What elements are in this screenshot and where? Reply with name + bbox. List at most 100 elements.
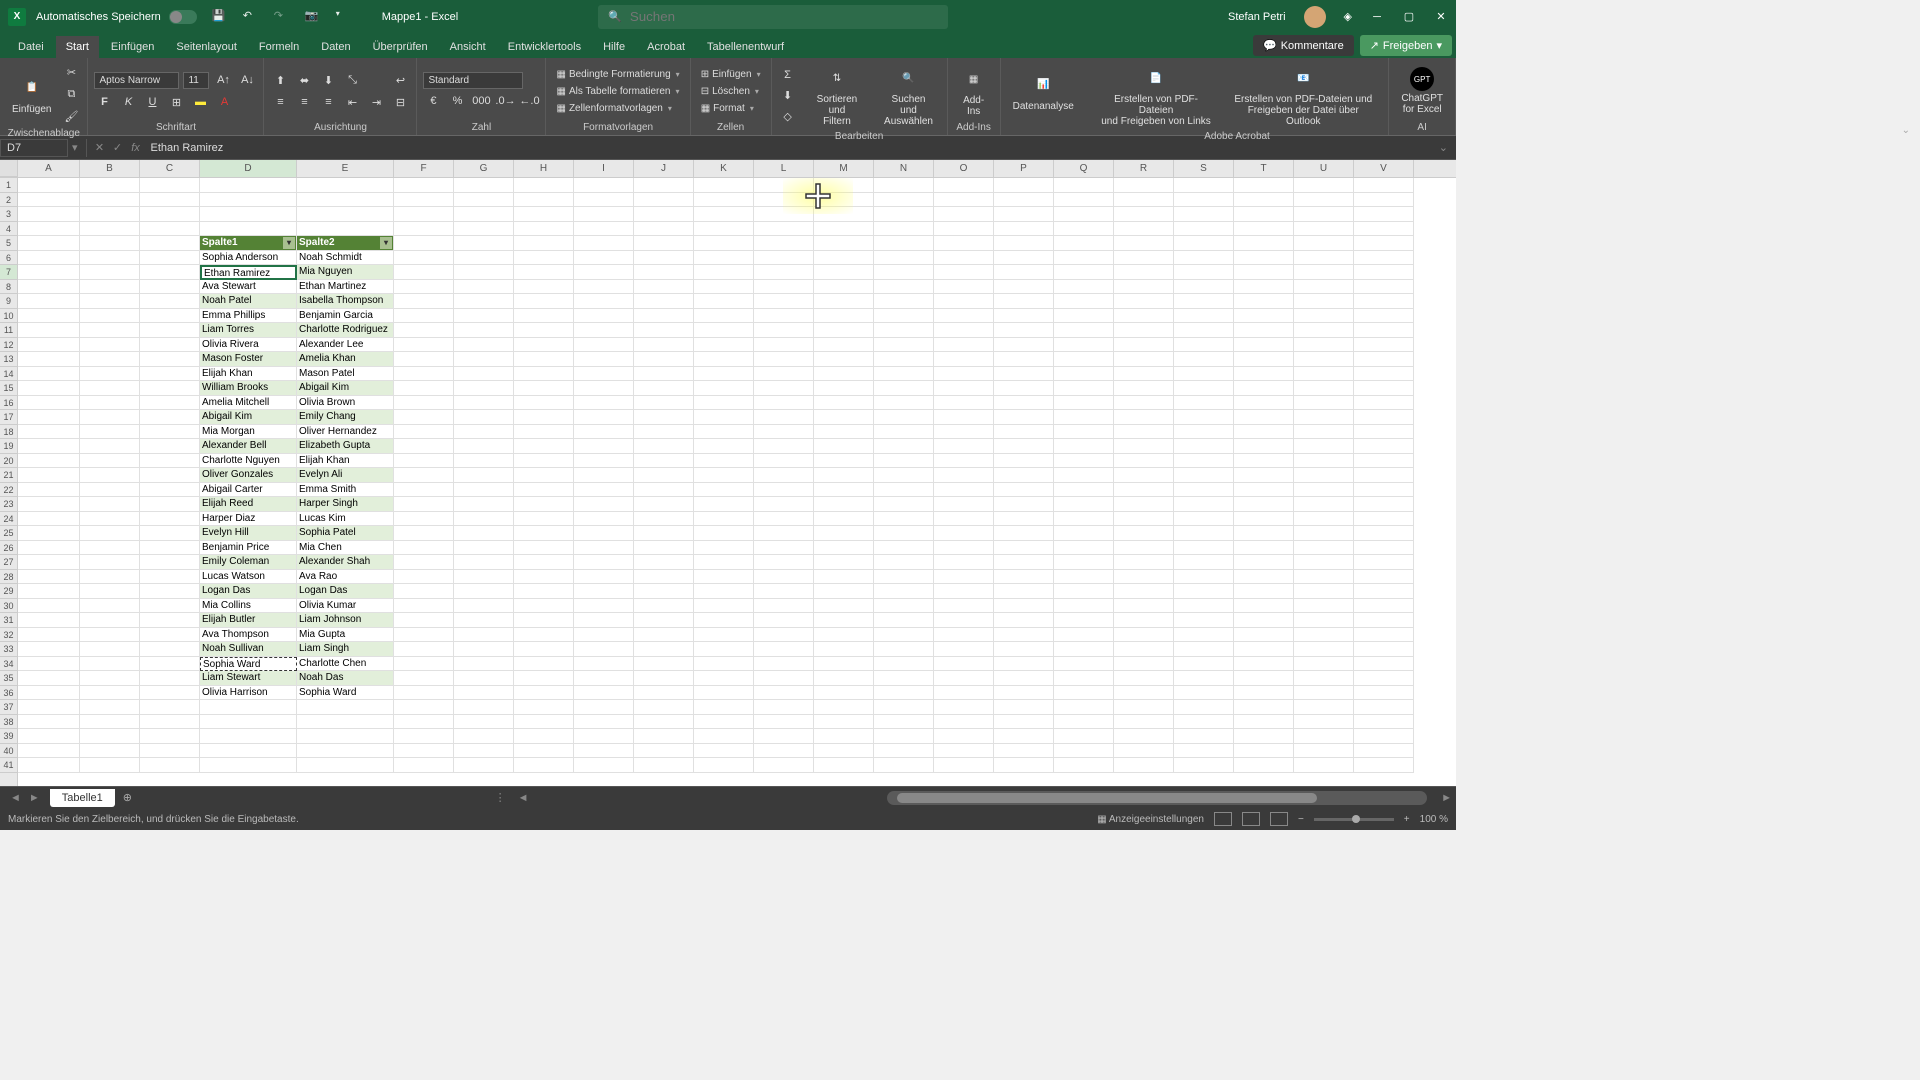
cell-J33[interactable]	[634, 642, 694, 657]
cell-Q28[interactable]	[1054, 570, 1114, 585]
cell-O23[interactable]	[934, 497, 994, 512]
cell-L9[interactable]	[754, 294, 814, 309]
cell-O11[interactable]	[934, 323, 994, 338]
cell-K24[interactable]	[694, 512, 754, 527]
cell-D1[interactable]	[200, 178, 297, 193]
row-header-21[interactable]: 21	[0, 468, 17, 483]
cell-S23[interactable]	[1174, 497, 1234, 512]
cell-styles-button[interactable]: ▦Zellenformatvorlagen▾	[552, 101, 683, 116]
cell-N27[interactable]	[874, 555, 934, 570]
cell-A27[interactable]	[18, 555, 80, 570]
cell-O6[interactable]	[934, 251, 994, 266]
insert-cells-button[interactable]: ⊞Einfügen▾	[697, 67, 765, 82]
cell-D2[interactable]	[200, 193, 297, 208]
cell-Q25[interactable]	[1054, 526, 1114, 541]
cell-I2[interactable]	[574, 193, 634, 208]
cell-C24[interactable]	[140, 512, 200, 527]
cell-U19[interactable]	[1294, 439, 1354, 454]
cell-F26[interactable]	[394, 541, 454, 556]
cell-A16[interactable]	[18, 396, 80, 411]
cell-C39[interactable]	[140, 729, 200, 744]
row-header-40[interactable]: 40	[0, 744, 17, 759]
cell-M40[interactable]	[814, 744, 874, 759]
cell-G6[interactable]	[454, 251, 514, 266]
cell-I12[interactable]	[574, 338, 634, 353]
cell-F37[interactable]	[394, 700, 454, 715]
tab-ueberpruefen[interactable]: Überprüfen	[363, 36, 438, 58]
cell-E23[interactable]: Harper Singh	[297, 497, 394, 512]
wrap-text-icon[interactable]: ↩	[390, 70, 410, 90]
col-header-P[interactable]: P	[994, 160, 1054, 177]
cell-V22[interactable]	[1354, 483, 1414, 498]
cell-B15[interactable]	[80, 381, 140, 396]
col-header-B[interactable]: B	[80, 160, 140, 177]
cell-C30[interactable]	[140, 599, 200, 614]
cell-N32[interactable]	[874, 628, 934, 643]
cell-B17[interactable]	[80, 410, 140, 425]
tab-tabellenentwurf[interactable]: Tabellenentwurf	[697, 36, 794, 58]
cell-C16[interactable]	[140, 396, 200, 411]
row-header-16[interactable]: 16	[0, 396, 17, 411]
cell-B28[interactable]	[80, 570, 140, 585]
cell-T5[interactable]	[1234, 236, 1294, 251]
cell-M39[interactable]	[814, 729, 874, 744]
cell-F7[interactable]	[394, 265, 454, 280]
cell-M34[interactable]	[814, 657, 874, 672]
cell-J11[interactable]	[634, 323, 694, 338]
cell-C10[interactable]	[140, 309, 200, 324]
cell-B14[interactable]	[80, 367, 140, 382]
cell-Q27[interactable]	[1054, 555, 1114, 570]
cell-K40[interactable]	[694, 744, 754, 759]
cell-F3[interactable]	[394, 207, 454, 222]
cell-H11[interactable]	[514, 323, 574, 338]
cell-N17[interactable]	[874, 410, 934, 425]
cell-A26[interactable]	[18, 541, 80, 556]
cell-H32[interactable]	[514, 628, 574, 643]
cell-C22[interactable]	[140, 483, 200, 498]
cell-T31[interactable]	[1234, 613, 1294, 628]
cell-T41[interactable]	[1234, 758, 1294, 773]
cell-L21[interactable]	[754, 468, 814, 483]
cell-D5[interactable]: Spalte1▾	[200, 236, 297, 251]
cell-D27[interactable]: Emily Coleman	[200, 555, 297, 570]
cell-H22[interactable]	[514, 483, 574, 498]
cell-A34[interactable]	[18, 657, 80, 672]
cell-K10[interactable]	[694, 309, 754, 324]
filter-dropdown-icon[interactable]: ▾	[380, 237, 392, 249]
cell-I11[interactable]	[574, 323, 634, 338]
cell-K32[interactable]	[694, 628, 754, 643]
cell-E24[interactable]: Lucas Kim	[297, 512, 394, 527]
cell-K34[interactable]	[694, 657, 754, 672]
tab-acrobat[interactable]: Acrobat	[637, 36, 695, 58]
cell-O7[interactable]	[934, 265, 994, 280]
cell-G34[interactable]	[454, 657, 514, 672]
cell-M5[interactable]	[814, 236, 874, 251]
cell-I17[interactable]	[574, 410, 634, 425]
cell-U7[interactable]	[1294, 265, 1354, 280]
cell-B20[interactable]	[80, 454, 140, 469]
merge-icon[interactable]: ⊟	[390, 92, 410, 112]
cell-C40[interactable]	[140, 744, 200, 759]
cell-K17[interactable]	[694, 410, 754, 425]
cell-G11[interactable]	[454, 323, 514, 338]
cell-S2[interactable]	[1174, 193, 1234, 208]
cell-K14[interactable]	[694, 367, 754, 382]
align-left-icon[interactable]: ≡	[270, 92, 290, 112]
cell-K1[interactable]	[694, 178, 754, 193]
save-icon[interactable]: 💾	[212, 9, 228, 25]
cell-H31[interactable]	[514, 613, 574, 628]
cell-P14[interactable]	[994, 367, 1054, 382]
cell-O41[interactable]	[934, 758, 994, 773]
cell-Q22[interactable]	[1054, 483, 1114, 498]
cell-R2[interactable]	[1114, 193, 1174, 208]
cell-I29[interactable]	[574, 584, 634, 599]
row-header-31[interactable]: 31	[0, 613, 17, 628]
cell-F28[interactable]	[394, 570, 454, 585]
cell-P27[interactable]	[994, 555, 1054, 570]
cell-K5[interactable]	[694, 236, 754, 251]
cell-V20[interactable]	[1354, 454, 1414, 469]
cell-S9[interactable]	[1174, 294, 1234, 309]
cell-U26[interactable]	[1294, 541, 1354, 556]
cell-I27[interactable]	[574, 555, 634, 570]
cell-T15[interactable]	[1234, 381, 1294, 396]
